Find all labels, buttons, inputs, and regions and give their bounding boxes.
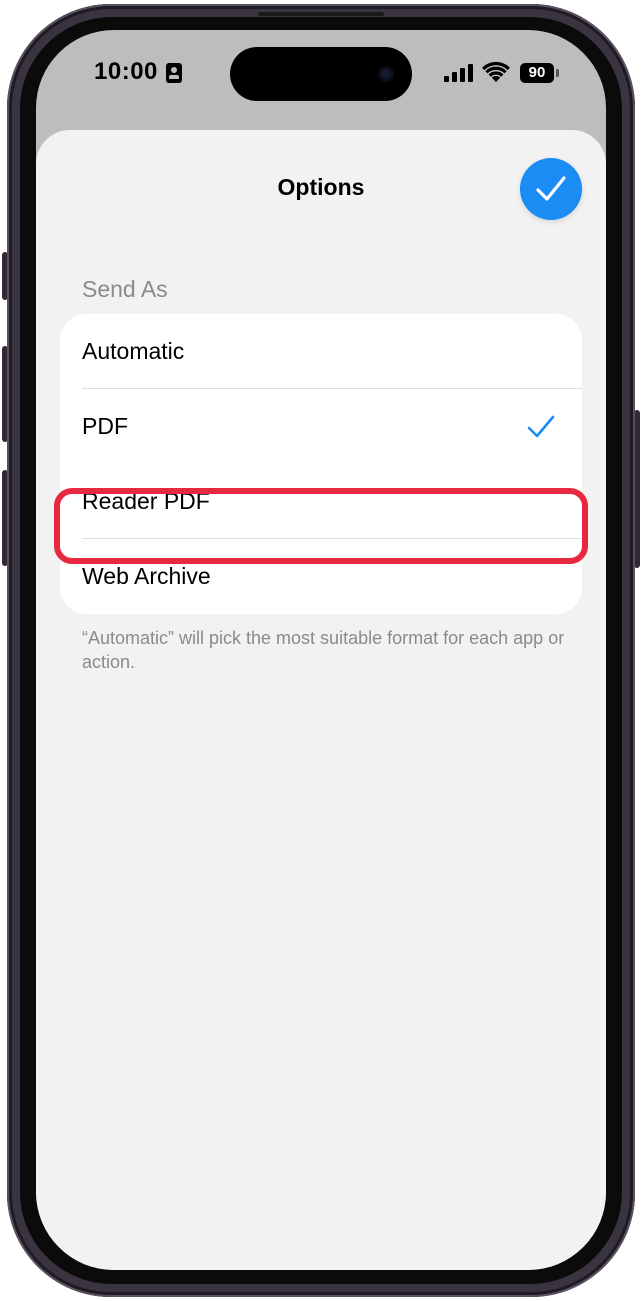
footer-note: “Automatic” will pick the most suitable … <box>82 628 565 672</box>
option-pdf[interactable]: PDF <box>60 389 582 464</box>
battery-cap <box>556 69 559 77</box>
device-stage: 10:00 90 Options Send As Automatic PDF R… <box>0 0 642 1301</box>
selected-checkmark-icon <box>527 415 555 438</box>
checkmark-icon <box>536 176 566 201</box>
option-automatic[interactable]: Automatic <box>60 314 582 389</box>
earpiece-speaker <box>258 12 384 16</box>
phone-screen: 10:00 90 Options Send As Automatic PDF R… <box>36 30 606 1270</box>
front-camera-icon <box>378 66 394 82</box>
highlight-annotation <box>54 488 588 564</box>
status-bar: 10:00 90 <box>36 30 606 130</box>
done-button[interactable] <box>520 158 582 220</box>
options-sheet: Options Send As Automatic PDF Reader PDF… <box>36 130 606 1270</box>
send-as-header: Send As <box>82 276 168 302</box>
cellular-signal-icon <box>444 64 474 82</box>
wifi-icon <box>482 61 510 82</box>
send-as-options: Automatic PDF Reader PDF Web Archive <box>60 314 582 614</box>
option-label: PDF <box>82 413 128 439</box>
status-time: 10:00 <box>94 58 158 85</box>
battery-icon: 90 <box>520 63 554 83</box>
option-label: Automatic <box>82 338 185 364</box>
focus-contact-icon <box>166 63 182 83</box>
dynamic-island <box>230 47 412 101</box>
